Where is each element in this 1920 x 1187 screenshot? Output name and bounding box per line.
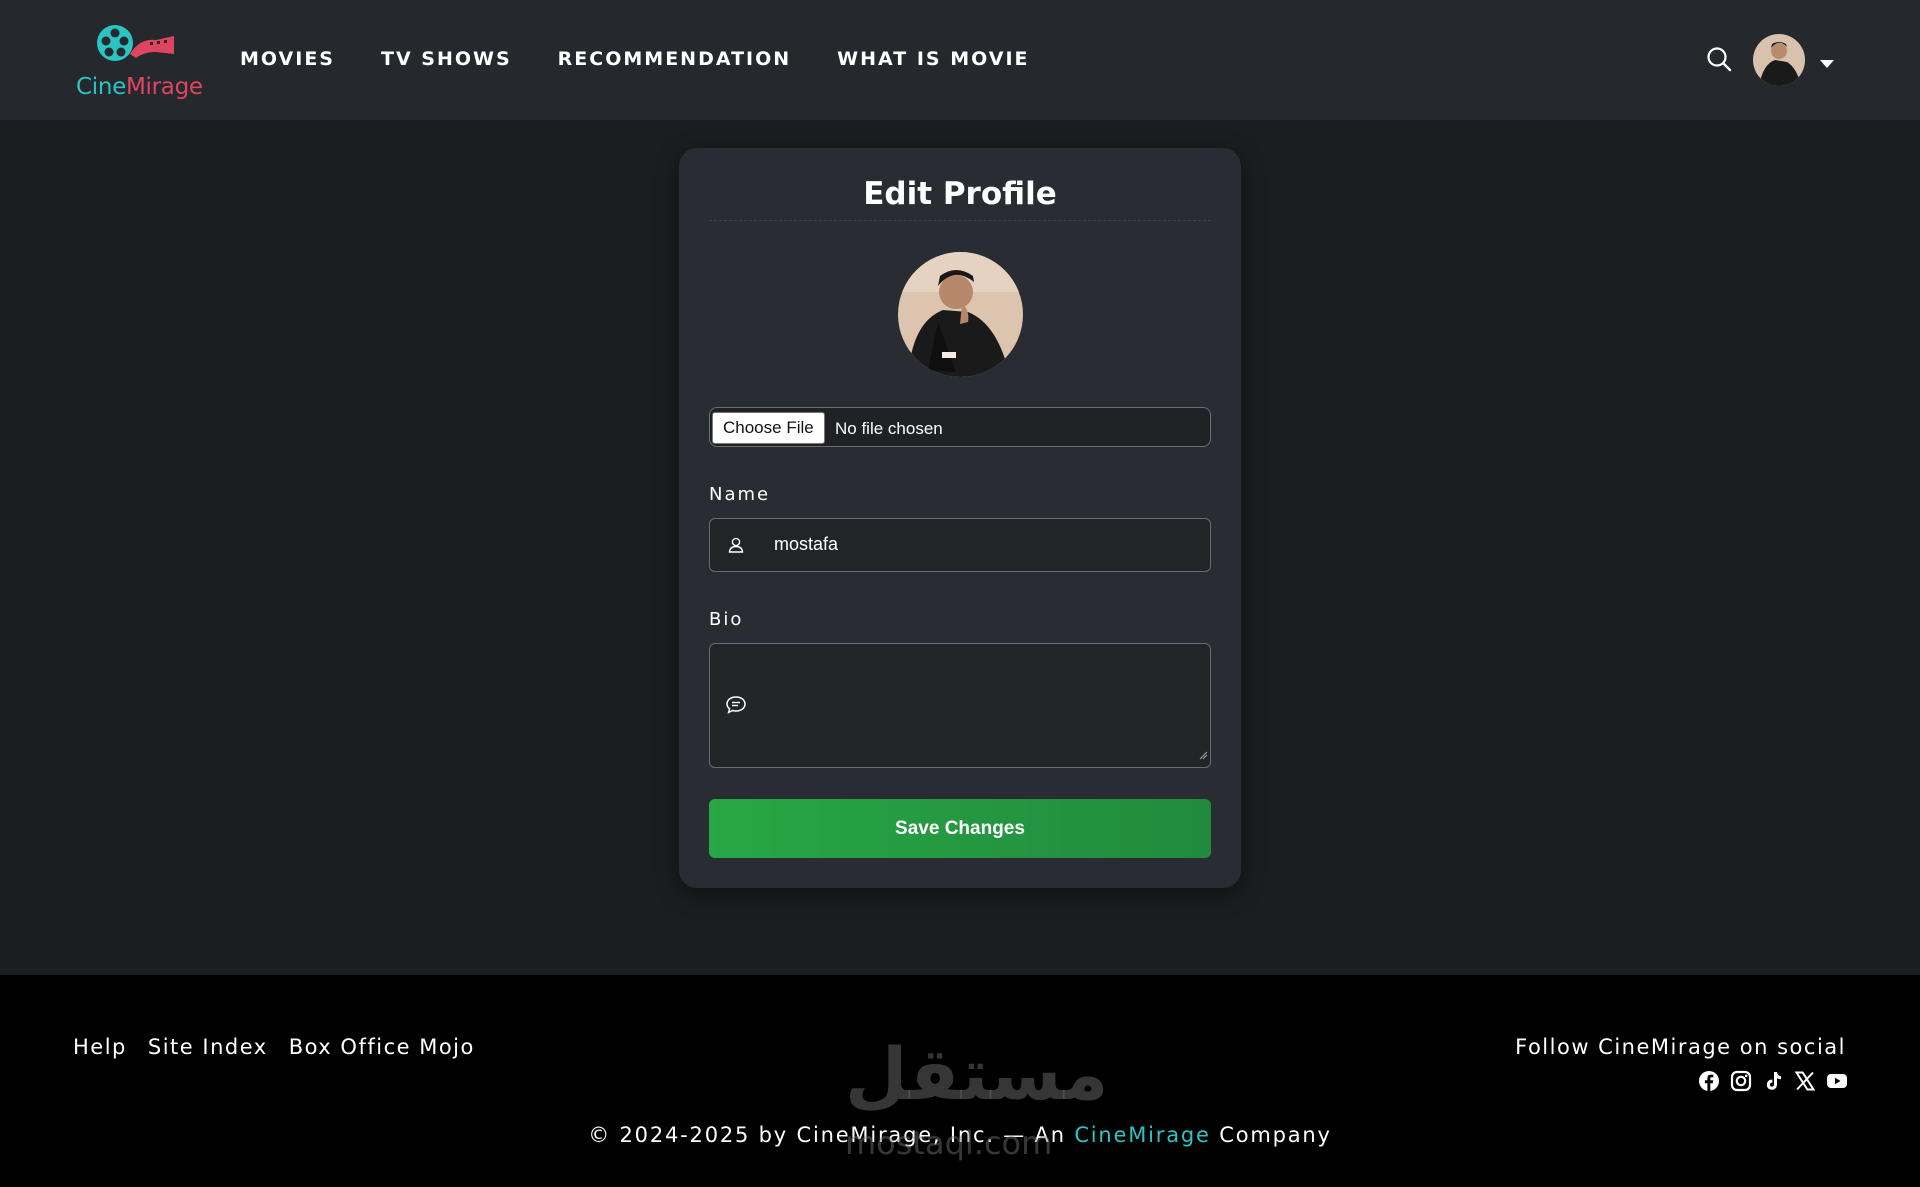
resize-handle-icon[interactable] [1198,747,1208,765]
footer-link-box-office-mojo[interactable]: Box Office Mojo [289,1035,475,1059]
top-navbar: CineMirage MOVIES TV SHOWS RECOMMENDATIO… [0,0,1920,120]
social-title: Follow CineMirage on social [1515,1035,1846,1059]
name-value: mostafa [774,534,839,554]
bio-textarea[interactable] [709,643,1211,768]
logo-text-mirage: Mirage [125,74,203,100]
footer: Help Site Index Box Office Mojo Follow C… [0,975,1920,1187]
footer-link-help[interactable]: Help [73,1035,127,1059]
nav-item-tv-shows[interactable]: TV SHOWS [381,48,512,70]
nav-item-what-is-movie[interactable]: WHAT IS MOVIE [837,48,1029,70]
copyright-suffix: Company [1219,1123,1332,1147]
copyright-text: © 2024-2025 by CineMirage, Inc. — An Cin… [0,1123,1920,1147]
logo-text-cine: Cine [76,74,126,100]
user-icon [727,536,745,559]
search-icon[interactable] [1705,45,1733,73]
chevron-down-icon[interactable] [1820,55,1834,73]
title-divider [709,220,1211,221]
youtube-icon[interactable] [1826,1070,1848,1092]
footer-links: Help Site Index Box Office Mojo [73,1035,496,1059]
name-label: Name [709,484,771,505]
save-changes-button[interactable]: Save Changes [709,799,1211,858]
profile-photo [898,252,1023,377]
film-reel-icon [97,25,174,61]
nav-item-recommendation[interactable]: RECOMMENDATION [558,48,791,70]
file-status-text: No file chosen [835,419,943,438]
choose-file-button[interactable]: Choose File [712,412,825,444]
nav-item-movies[interactable]: MOVIES [240,48,335,70]
instagram-icon[interactable] [1730,1070,1752,1092]
footer-link-site-index[interactable]: Site Index [148,1035,268,1059]
copyright-brand-link[interactable]: CineMirage [1074,1123,1210,1147]
user-avatar[interactable] [1753,34,1805,86]
facebook-icon[interactable] [1698,1070,1720,1092]
social-icons [1698,1070,1848,1092]
cinemirage-logo[interactable]: CineMirage [76,24,203,100]
file-upload-input[interactable]: Choose File No file chosen [709,407,1211,447]
edit-profile-card: Edit Profile Choose File No file chosen … [679,148,1241,888]
copyright-prefix: © 2024-2025 by CineMirage, Inc. — An [588,1123,1066,1147]
bio-label: Bio [709,609,744,630]
name-field[interactable]: mostafa [709,518,1211,572]
logo-text: CineMirage [76,74,203,100]
page-title: Edit Profile [863,176,1057,212]
tiktok-icon[interactable] [1762,1070,1784,1092]
x-icon[interactable] [1794,1070,1816,1092]
comment-icon [725,695,747,720]
main-nav: MOVIES TV SHOWS RECOMMENDATION WHAT IS M… [240,48,1076,70]
